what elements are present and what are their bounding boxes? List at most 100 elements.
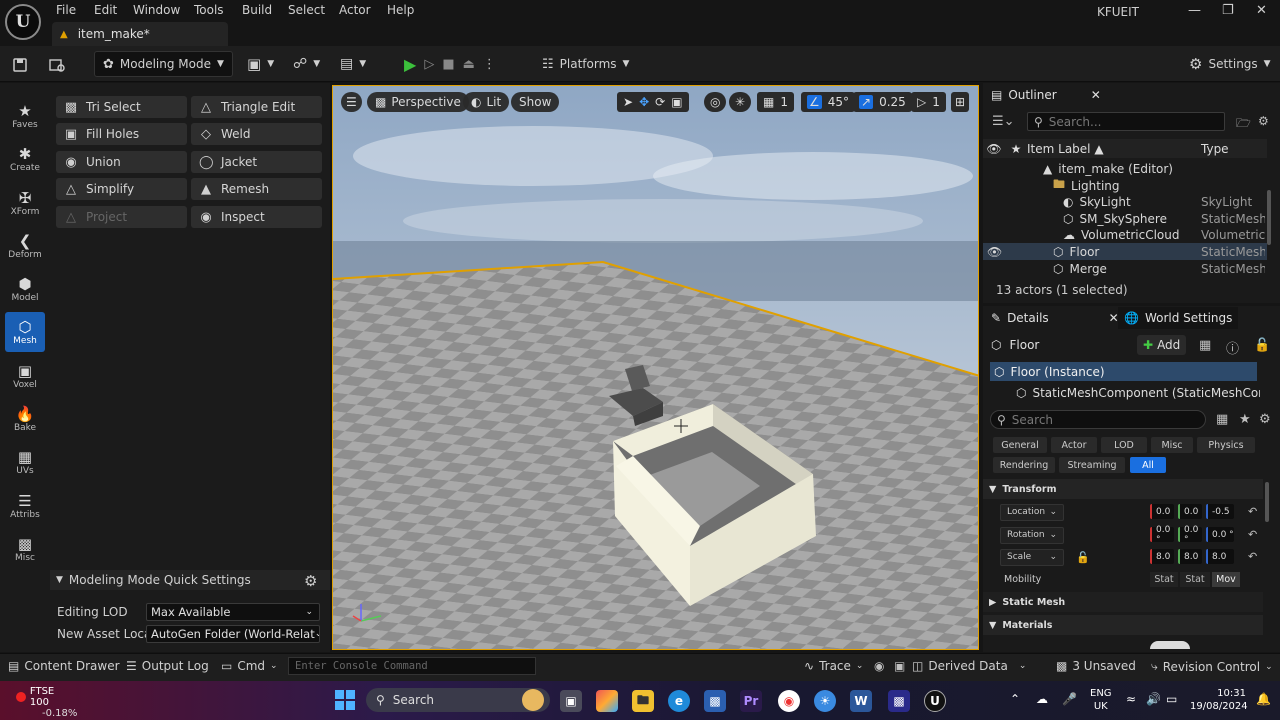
visibility-icon[interactable]: 👁 bbox=[987, 245, 1005, 259]
document-tab[interactable]: ▲ item_make* bbox=[52, 22, 228, 46]
app-icon[interactable]: ☀ bbox=[814, 690, 836, 712]
filter-general[interactable]: General bbox=[993, 437, 1047, 453]
strip-voxel[interactable]: ▣ Voxel bbox=[5, 356, 45, 396]
menu-build[interactable]: Build bbox=[242, 3, 272, 17]
rotation-z-input[interactable]: 0.0 ° bbox=[1206, 527, 1234, 542]
lit-button[interactable]: ◐ Lit bbox=[463, 92, 510, 112]
world-settings-tab[interactable]: 🌐 World Settings bbox=[1118, 307, 1239, 329]
settings-dropdown[interactable]: ⚙ Settings ▼ bbox=[1189, 51, 1271, 77]
reset-arrow-icon[interactable]: ↶ bbox=[1248, 550, 1257, 563]
close-window-icon[interactable]: ✕ bbox=[1256, 3, 1267, 18]
filter-physics[interactable]: Physics bbox=[1197, 437, 1255, 453]
strip-create[interactable]: ✱ Create bbox=[5, 139, 45, 179]
stock-widget[interactable]: FTSE 100 -0.18% bbox=[16, 686, 77, 719]
chevron-up-icon[interactable]: ⌃ bbox=[1010, 692, 1020, 706]
location-y-input[interactable]: 0.0 bbox=[1178, 504, 1202, 519]
reset-arrow-icon[interactable]: ↶ bbox=[1248, 528, 1257, 541]
mobility-static-option[interactable]: Stat bbox=[1150, 572, 1178, 587]
maximize-icon[interactable]: ❐ bbox=[1222, 3, 1234, 18]
tool-union[interactable]: ◉ Union bbox=[56, 151, 187, 173]
help-icon[interactable]: ⓘ bbox=[1226, 338, 1239, 357]
surface-snap-toggle[interactable]: ✳ bbox=[729, 92, 752, 112]
favorite-star-icon[interactable]: ★ bbox=[1239, 412, 1251, 427]
details-search-input[interactable]: ⚲ Search bbox=[990, 410, 1206, 429]
component-row-static-mesh[interactable]: ⬡ StaticMeshComponent (StaticMeshCompor bbox=[1016, 383, 1260, 402]
menu-actor[interactable]: Actor bbox=[339, 3, 371, 17]
minimize-icon[interactable]: — bbox=[1188, 3, 1201, 18]
word-icon[interactable]: W bbox=[850, 690, 872, 712]
strip-mesh[interactable]: ⬡ Mesh bbox=[5, 312, 45, 352]
outliner-row[interactable]: ⬡ SM_SkySphere StaticMeshA bbox=[983, 210, 1267, 227]
menu-select[interactable]: Select bbox=[288, 3, 325, 17]
details-tab[interactable]: ✎ Details ✕ bbox=[985, 307, 1125, 329]
stop-icon[interactable]: ■ bbox=[442, 57, 454, 72]
location-x-input[interactable]: 0.0 bbox=[1150, 504, 1174, 519]
chrome-icon[interactable]: ◉ bbox=[778, 690, 800, 712]
menu-edit[interactable]: Edit bbox=[94, 3, 117, 17]
new-asset-location-select[interactable]: AutoGen Folder (World-Relat⌄ bbox=[146, 625, 320, 643]
output-log-button[interactable]: ☰ Output Log bbox=[126, 659, 209, 673]
save-icon[interactable] bbox=[12, 52, 28, 78]
cinematics-button[interactable]: ▤ ▼ bbox=[340, 51, 366, 77]
rotation-snap-group[interactable]: ∠ 45° bbox=[801, 92, 856, 112]
outliner-row[interactable]: ☁ VolumetricCloud VolumetricC bbox=[983, 226, 1267, 243]
item-label-header[interactable]: Item Label ▲ bbox=[1027, 142, 1201, 156]
move-icon[interactable]: ✥ bbox=[639, 95, 649, 109]
transform-section-header[interactable]: ▼ Transform bbox=[983, 479, 1263, 499]
scale-z-input[interactable]: 8.0 bbox=[1206, 549, 1234, 564]
battery-icon[interactable]: ▭ bbox=[1166, 692, 1177, 706]
strip-faves[interactable]: ★ Faves bbox=[5, 96, 45, 136]
notification-bell-icon[interactable]: 🔔 bbox=[1256, 692, 1271, 706]
filter-lod[interactable]: LOD bbox=[1101, 437, 1147, 453]
browse-icon[interactable] bbox=[48, 52, 66, 78]
add-folder-icon[interactable]: 🗁 bbox=[1236, 114, 1251, 135]
filter-misc[interactable]: Misc bbox=[1151, 437, 1193, 453]
content-drawer-button[interactable]: ▤ Content Drawer bbox=[8, 659, 120, 673]
scale-x-input[interactable]: 8.0 bbox=[1150, 549, 1174, 564]
outliner-row[interactable]: ⬡ Merge StaticMeshA bbox=[983, 260, 1267, 277]
blueprint-convert-icon[interactable]: ▦ bbox=[1199, 338, 1211, 353]
filter-rendering[interactable]: Rendering bbox=[993, 457, 1055, 473]
outliner-settings-icon[interactable]: ⚙ bbox=[1258, 114, 1269, 128]
app-icon-2[interactable]: ▩ bbox=[888, 690, 910, 712]
menu-help[interactable]: Help bbox=[387, 3, 414, 17]
layout-button[interactable]: ⊞ bbox=[951, 92, 970, 112]
language-indicator[interactable]: ENG UK bbox=[1090, 687, 1112, 713]
perspective-button[interactable]: ▩ Perspective bbox=[367, 92, 469, 112]
edge-icon[interactable]: e bbox=[668, 690, 690, 712]
filter-icon[interactable]: ☰⌄ bbox=[992, 114, 1015, 129]
microphone-icon[interactable]: 🎤 bbox=[1062, 692, 1077, 706]
onedrive-icon[interactable]: ☁ bbox=[1036, 692, 1048, 706]
tool-tri-select[interactable]: ▩ Tri Select bbox=[56, 96, 187, 118]
level-viewport[interactable]: ☰ ▩ Perspective ◐ Lit Show ➤ ✥ ⟳ ▣ ◎ ✳ ▦ 1 … bbox=[332, 85, 979, 650]
tool-fill-holes[interactable]: ▣ Fill Holes bbox=[56, 123, 187, 145]
strip-attribs[interactable]: ☰ Attribs bbox=[5, 486, 45, 526]
rotation-x-input[interactable]: 0.0 ° bbox=[1150, 525, 1174, 545]
store-icon[interactable]: ▩ bbox=[704, 690, 726, 712]
eject-icon[interactable]: ⏏ bbox=[463, 57, 475, 72]
tool-triangle-edit[interactable]: △ Triangle Edit bbox=[191, 96, 322, 118]
outliner-row[interactable]: ▲ item_make (Editor) bbox=[983, 160, 1267, 177]
static-mesh-section-header[interactable]: ▶ Static Mesh bbox=[983, 592, 1263, 612]
more-options-icon[interactable]: ⋮ bbox=[483, 57, 496, 72]
select-arrow-icon[interactable]: ➤ bbox=[623, 95, 633, 109]
tool-simplify[interactable]: △ Simplify bbox=[56, 178, 187, 200]
gear-icon[interactable]: ⚙ bbox=[1259, 412, 1271, 427]
reset-arrow-icon[interactable]: ↶ bbox=[1248, 505, 1257, 518]
component-row-instance[interactable]: ⬡ Floor (Instance) bbox=[990, 362, 1257, 381]
console-command-input[interactable]: Enter Console Command bbox=[288, 657, 536, 675]
revision-control-dropdown[interactable]: ⤷ Revision Control ⌄ bbox=[1151, 659, 1273, 674]
viewport-menu-button[interactable]: ☰ bbox=[341, 92, 362, 112]
outliner-scrollbar[interactable] bbox=[1267, 190, 1271, 245]
strip-xform[interactable]: ✠ XForm bbox=[5, 183, 45, 223]
gear-icon[interactable]: ⚙ bbox=[304, 572, 317, 590]
record-icon[interactable]: ◉ bbox=[874, 659, 884, 673]
outliner-search-input[interactable]: ⚲ Search... bbox=[1027, 112, 1225, 131]
lock-icon[interactable]: 🔓 bbox=[1254, 338, 1270, 353]
rotate-icon[interactable]: ⟳ bbox=[655, 95, 665, 109]
screenshot-icon[interactable]: ▣ bbox=[894, 659, 905, 673]
visibility-icon[interactable]: 👁 bbox=[983, 142, 1005, 156]
add-actor-button[interactable]: ▣ ▼ bbox=[247, 51, 274, 77]
play-icon[interactable]: ▶ bbox=[404, 55, 416, 74]
world-local-toggle[interactable]: ◎ bbox=[704, 92, 727, 112]
